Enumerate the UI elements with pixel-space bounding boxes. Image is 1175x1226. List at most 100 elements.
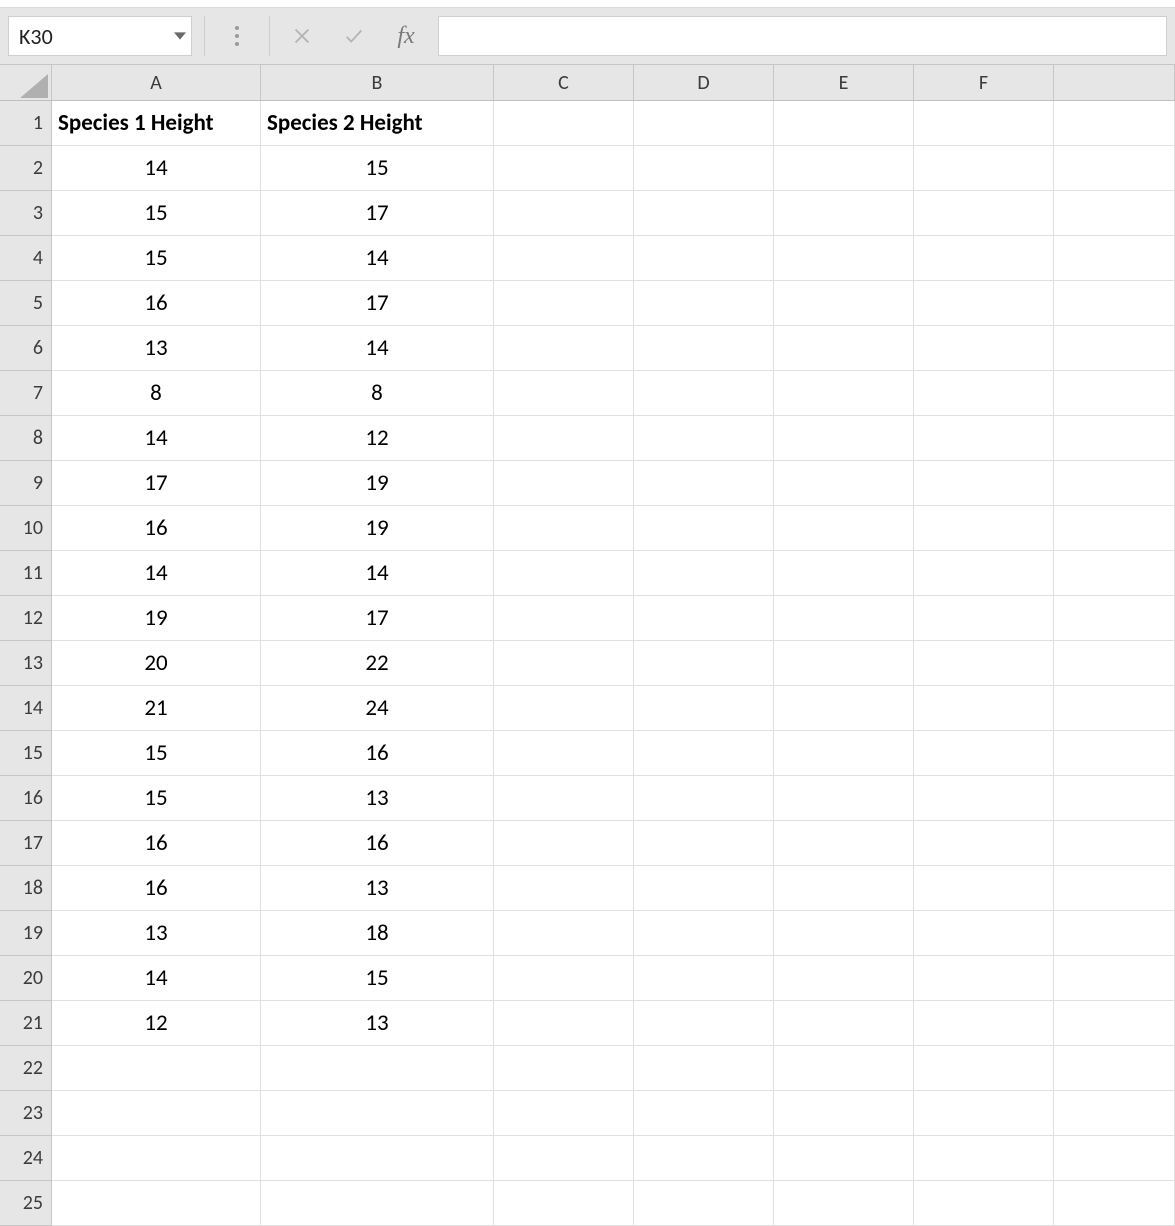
cell-E23[interactable]: [774, 1091, 914, 1136]
cell-F3[interactable]: [914, 191, 1054, 236]
row-header-23[interactable]: 23: [0, 1091, 52, 1136]
cell-A6[interactable]: 13: [52, 326, 261, 371]
cell-E19[interactable]: [774, 911, 914, 956]
cell-D9[interactable]: [634, 461, 774, 506]
cell-B2[interactable]: 15: [261, 146, 494, 191]
cell-G13[interactable]: [1054, 641, 1175, 686]
row-header-10[interactable]: 10: [0, 506, 52, 551]
insert-function-button[interactable]: fx: [386, 23, 426, 50]
cell-C2[interactable]: [494, 146, 634, 191]
cell-G18[interactable]: [1054, 866, 1175, 911]
cell-A18[interactable]: 16: [52, 866, 261, 911]
cell-F8[interactable]: [914, 416, 1054, 461]
cell-E24[interactable]: [774, 1136, 914, 1181]
col-header-C[interactable]: C: [494, 65, 634, 101]
cell-E21[interactable]: [774, 1001, 914, 1046]
cell-E12[interactable]: [774, 596, 914, 641]
cell-B5[interactable]: 17: [261, 281, 494, 326]
cell-E7[interactable]: [774, 371, 914, 416]
row-header-17[interactable]: 17: [0, 821, 52, 866]
row-header-14[interactable]: 14: [0, 686, 52, 731]
row-header-24[interactable]: 24: [0, 1136, 52, 1181]
cell-C14[interactable]: [494, 686, 634, 731]
cell-G17[interactable]: [1054, 821, 1175, 866]
cell-B3[interactable]: 17: [261, 191, 494, 236]
cell-A1[interactable]: Species 1 Height: [52, 101, 261, 146]
cell-F4[interactable]: [914, 236, 1054, 281]
cell-C1[interactable]: [494, 101, 634, 146]
cell-G25[interactable]: [1054, 1181, 1175, 1226]
cell-F2[interactable]: [914, 146, 1054, 191]
cell-G23[interactable]: [1054, 1091, 1175, 1136]
cell-E9[interactable]: [774, 461, 914, 506]
cell-E22[interactable]: [774, 1046, 914, 1091]
more-options-button[interactable]: [217, 16, 257, 56]
cell-A14[interactable]: 21: [52, 686, 261, 731]
cell-F14[interactable]: [914, 686, 1054, 731]
cell-F9[interactable]: [914, 461, 1054, 506]
cell-G11[interactable]: [1054, 551, 1175, 596]
cell-F7[interactable]: [914, 371, 1054, 416]
cell-B9[interactable]: 19: [261, 461, 494, 506]
cell-F17[interactable]: [914, 821, 1054, 866]
cell-B24[interactable]: [261, 1136, 494, 1181]
cell-D6[interactable]: [634, 326, 774, 371]
cell-A19[interactable]: 13: [52, 911, 261, 956]
formula-input[interactable]: [447, 24, 1158, 48]
cell-C6[interactable]: [494, 326, 634, 371]
col-header-E[interactable]: E: [774, 65, 914, 101]
cell-C25[interactable]: [494, 1181, 634, 1226]
cell-A5[interactable]: 16: [52, 281, 261, 326]
cell-C21[interactable]: [494, 1001, 634, 1046]
cell-D8[interactable]: [634, 416, 774, 461]
cell-A7[interactable]: 8: [52, 371, 261, 416]
cell-D7[interactable]: [634, 371, 774, 416]
cell-A10[interactable]: 16: [52, 506, 261, 551]
cell-A2[interactable]: 14: [52, 146, 261, 191]
cell-F18[interactable]: [914, 866, 1054, 911]
cell-G10[interactable]: [1054, 506, 1175, 551]
cell-D2[interactable]: [634, 146, 774, 191]
cell-E1[interactable]: [774, 101, 914, 146]
row-header-11[interactable]: 11: [0, 551, 52, 596]
cell-D16[interactable]: [634, 776, 774, 821]
row-header-22[interactable]: 22: [0, 1046, 52, 1091]
cell-C12[interactable]: [494, 596, 634, 641]
cell-C15[interactable]: [494, 731, 634, 776]
cell-B15[interactable]: 16: [261, 731, 494, 776]
cell-D19[interactable]: [634, 911, 774, 956]
cell-F5[interactable]: [914, 281, 1054, 326]
cell-B8[interactable]: 12: [261, 416, 494, 461]
cell-G24[interactable]: [1054, 1136, 1175, 1181]
cell-A24[interactable]: [52, 1136, 261, 1181]
cell-D14[interactable]: [634, 686, 774, 731]
row-header-5[interactable]: 5: [0, 281, 52, 326]
cell-B7[interactable]: 8: [261, 371, 494, 416]
cell-A3[interactable]: 15: [52, 191, 261, 236]
cell-G4[interactable]: [1054, 236, 1175, 281]
row-header-7[interactable]: 7: [0, 371, 52, 416]
row-header-8[interactable]: 8: [0, 416, 52, 461]
row-header-12[interactable]: 12: [0, 596, 52, 641]
cell-E2[interactable]: [774, 146, 914, 191]
cell-A13[interactable]: 20: [52, 641, 261, 686]
cell-G19[interactable]: [1054, 911, 1175, 956]
cell-F13[interactable]: [914, 641, 1054, 686]
col-header-A[interactable]: A: [52, 65, 261, 101]
cell-G22[interactable]: [1054, 1046, 1175, 1091]
cell-B10[interactable]: 19: [261, 506, 494, 551]
cell-D10[interactable]: [634, 506, 774, 551]
cell-G12[interactable]: [1054, 596, 1175, 641]
cell-G3[interactable]: [1054, 191, 1175, 236]
cell-E13[interactable]: [774, 641, 914, 686]
cell-D22[interactable]: [634, 1046, 774, 1091]
cell-F10[interactable]: [914, 506, 1054, 551]
col-header-extra[interactable]: [1054, 65, 1175, 101]
cell-D23[interactable]: [634, 1091, 774, 1136]
cell-B4[interactable]: 14: [261, 236, 494, 281]
cell-E5[interactable]: [774, 281, 914, 326]
cell-F12[interactable]: [914, 596, 1054, 641]
cell-D25[interactable]: [634, 1181, 774, 1226]
row-header-6[interactable]: 6: [0, 326, 52, 371]
cell-D13[interactable]: [634, 641, 774, 686]
